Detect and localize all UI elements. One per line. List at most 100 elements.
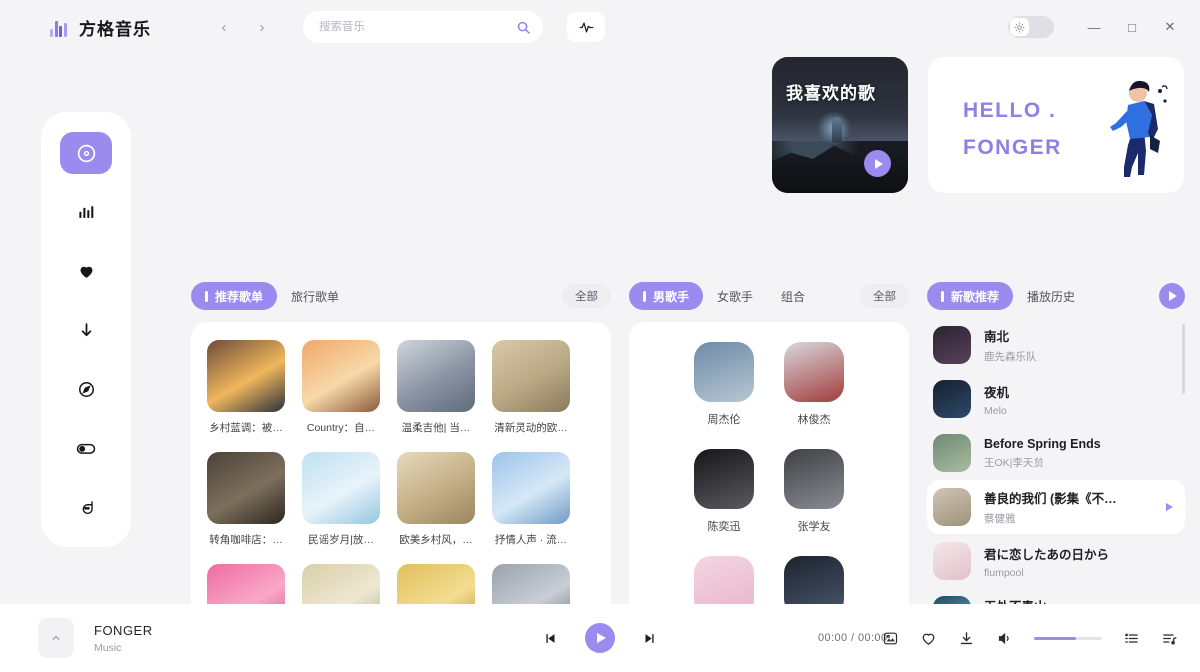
song-meta: 夜机 Melo <box>984 382 1175 417</box>
sidebar-item-disc[interactable] <box>60 132 112 174</box>
song-row[interactable]: 夜机 Melo <box>927 372 1185 426</box>
search-input[interactable] <box>319 21 515 33</box>
next-track-button[interactable] <box>643 631 658 646</box>
tab-label: 播放历史 <box>1027 289 1076 304</box>
playlist-label: Country：自… <box>306 422 376 434</box>
active-tab-bar <box>643 290 646 302</box>
artist-item[interactable]: 林俊杰 <box>784 342 844 427</box>
playlists-panel: 推荐歌单 旅行歌单 全部 乡村蓝调：被… Country：自… 温柔吉他| 当… 清新… <box>191 282 611 640</box>
hero-row: 我喜欢的歌 HELLO . FONGER <box>772 57 1184 193</box>
playlist-item[interactable]: 乡村蓝调：被… <box>207 340 285 435</box>
playlist-thumbnail <box>302 340 380 412</box>
time-total: 00:00 <box>857 632 888 644</box>
playlist-icon[interactable] <box>1161 630 1178 647</box>
volume-slider[interactable] <box>1034 636 1102 640</box>
download-icon[interactable] <box>958 630 975 647</box>
song-row[interactable]: Before Spring Ends 王OK|李天贠 <box>927 426 1185 480</box>
tab-travel-playlists[interactable]: 旅行歌单 <box>277 282 353 310</box>
artists-panel: 男歌手 女歌手 组合 全部 周杰伦林俊杰陈奕迅张学友艾辰薛之谦许嵩梁博王杰 <box>629 282 909 672</box>
previous-track-button[interactable] <box>542 631 557 646</box>
tab-new-songs[interactable]: 新歌推荐 <box>927 282 1014 310</box>
walking-person-illustration <box>1110 80 1168 177</box>
volume-icon[interactable] <box>996 630 1013 647</box>
theme-toggle[interactable] <box>1008 16 1054 38</box>
playlist-item[interactable]: 欧美乡村风，… <box>397 452 475 547</box>
playlist-label: 欧美乡村风，… <box>399 534 473 546</box>
body: 我喜欢的歌 HELLO . FONGER 推荐歌单 旅行歌单 全部 乡村蓝调：被… <box>0 54 1200 672</box>
playlists-tabs: 推荐歌单 旅行歌单 全部 <box>191 282 611 310</box>
artist-avatar <box>694 449 754 509</box>
playlist-item[interactable]: 转角咖啡店：… <box>207 452 285 547</box>
skip-forward-icon <box>643 631 658 646</box>
artist-item[interactable]: 陈奕迅 <box>694 449 754 534</box>
tab-recommended-playlists[interactable]: 推荐歌单 <box>191 282 278 310</box>
time-current: 00:00 <box>818 632 848 644</box>
playlist-item[interactable]: 抒情人声 · 流… <box>492 452 570 547</box>
sidebar-item-downloads[interactable] <box>60 309 112 351</box>
playlist-label: 乡村蓝调：被… <box>209 422 283 434</box>
expand-player-button[interactable] <box>38 618 74 658</box>
tab-label: 旅行歌单 <box>291 289 340 304</box>
song-cover <box>933 434 971 472</box>
equalizer-icon <box>579 20 594 35</box>
maximize-button[interactable]: □ <box>1116 12 1148 42</box>
playlists-all-button[interactable]: 全部 <box>562 284 611 308</box>
tab-female-artists[interactable]: 女歌手 <box>703 282 767 310</box>
songs-play-all-button[interactable] <box>1159 283 1185 309</box>
playlist-item[interactable]: 温柔吉他| 当… <box>397 340 475 435</box>
hero-card-title: 我喜欢的歌 <box>786 84 876 103</box>
songs-scrollbar[interactable] <box>1182 324 1185 394</box>
heart-outline-icon[interactable] <box>920 630 937 647</box>
play-pause-button[interactable] <box>585 623 615 653</box>
search-box[interactable] <box>303 11 543 43</box>
song-artist: 王OK|李天贠 <box>984 456 1044 469</box>
playlist-thumbnail <box>397 340 475 412</box>
bar-chart-icon <box>77 203 96 222</box>
sidebar-item-discover[interactable] <box>60 368 112 410</box>
equalizer-button[interactable] <box>567 12 605 42</box>
song-row[interactable]: 南北 鹿先森乐队 <box>927 318 1185 372</box>
chevron-up-icon <box>50 632 62 644</box>
artists-all-button[interactable]: 全部 <box>860 284 909 308</box>
playlist-item[interactable]: Country：自… <box>302 340 380 435</box>
playlist-item[interactable]: 清新灵动的欧… <box>492 340 570 435</box>
minimize-button[interactable]: — <box>1078 12 1110 42</box>
song-title: Before Spring Ends <box>984 436 1101 451</box>
song-row[interactable]: 君に恋したあの日から flumpool <box>927 534 1185 588</box>
back-arrow-icon[interactable]: ‹ <box>213 16 235 38</box>
playlists-grid: 乡村蓝调：被… Country：自… 温柔吉他| 当… 清新灵动的欧… 转角咖啡店：… 民… <box>207 340 595 640</box>
song-cover <box>933 326 971 364</box>
sidebar-item-charts[interactable] <box>60 191 112 233</box>
sidebar-item-favorites[interactable] <box>60 250 112 292</box>
forward-arrow-icon[interactable]: › <box>251 16 273 38</box>
tab-male-artists[interactable]: 男歌手 <box>629 282 704 310</box>
tab-label: 新歌推荐 <box>951 289 1000 304</box>
tab-label: 男歌手 <box>653 289 690 304</box>
artist-avatar <box>784 342 844 402</box>
active-tab-bar <box>941 290 944 302</box>
search-icon[interactable] <box>515 19 531 35</box>
playlist-label: 抒情人声 · 流… <box>494 534 568 546</box>
artist-name: 陈奕迅 <box>707 521 741 533</box>
favorites-hero-card[interactable]: 我喜欢的歌 <box>772 57 908 193</box>
songs-list[interactable]: 南北 鹿先森乐队夜机 Melo Before Spring Ends 王OK|李天贠善良… <box>927 318 1185 638</box>
sidebar-item-cloud[interactable] <box>60 486 112 528</box>
playlist-thumbnail <box>492 340 570 412</box>
close-button[interactable]: ✕ <box>1154 12 1186 42</box>
artists-card: 周杰伦林俊杰陈奕迅张学友艾辰薛之谦许嵩梁博王杰 <box>629 322 909 672</box>
song-play-icon[interactable] <box>1163 501 1175 513</box>
queue-icon[interactable] <box>1123 630 1140 647</box>
hero-play-button[interactable] <box>864 150 891 177</box>
sidebar-item-toggle[interactable] <box>60 427 112 469</box>
artist-item[interactable]: 张学友 <box>784 449 844 534</box>
playlist-item[interactable]: 民谣岁月|放… <box>302 452 380 547</box>
tab-label: 推荐歌单 <box>215 289 264 304</box>
hello-banner-text: HELLO . FONGER <box>963 93 1062 167</box>
window-controls: — □ ✕ <box>1008 12 1186 42</box>
artist-item[interactable]: 周杰伦 <box>694 342 754 427</box>
artist-avatar <box>784 449 844 509</box>
tab-play-history[interactable]: 播放历史 <box>1013 282 1089 310</box>
song-row[interactable]: 善良的我们 (影集《不… 蔡健雅 <box>927 480 1185 534</box>
tab-groups[interactable]: 组合 <box>767 282 819 310</box>
tab-label: 组合 <box>781 289 806 304</box>
